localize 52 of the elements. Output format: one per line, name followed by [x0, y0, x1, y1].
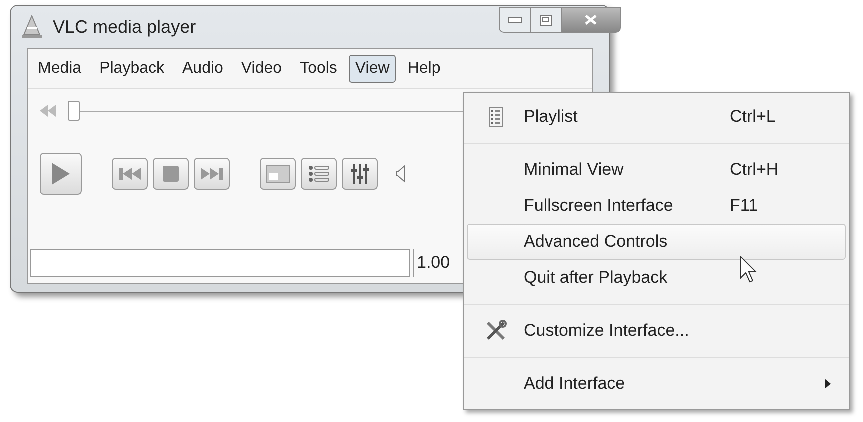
speaker-icon — [396, 165, 406, 183]
menu-item[interactable]: Advanced Controls — [467, 224, 846, 260]
menu-item[interactable]: Fullscreen Interface F11 — [467, 188, 846, 224]
menu-bar-item[interactable]: Audio — [176, 54, 230, 82]
menu-bar-item[interactable]: Video — [235, 54, 288, 82]
play-icon — [52, 163, 70, 185]
stop-button[interactable] — [153, 158, 189, 190]
window-icon — [266, 165, 290, 183]
menu-item-label: Minimal View — [524, 159, 624, 182]
skip-forward-icon — [201, 168, 223, 180]
traffic-cone-icon — [21, 15, 43, 39]
shortcut-label: Ctrl+H — [730, 159, 779, 182]
next-button[interactable] — [194, 158, 230, 190]
sliders-icon — [350, 164, 370, 184]
menu-bar-item[interactable]: Tools — [294, 54, 344, 82]
maximize-button[interactable] — [531, 7, 561, 33]
skip-back-icon — [119, 168, 141, 180]
menu-bar-item[interactable]: Playback — [94, 54, 170, 82]
mouse-pointer-icon — [740, 256, 758, 284]
menu-item-label: Advanced Controls — [524, 231, 668, 254]
submenu-arrow-icon — [825, 379, 831, 389]
previous-button[interactable] — [112, 158, 148, 190]
menu-item[interactable]: Playlist Ctrl+L — [467, 99, 846, 135]
extended-settings-button[interactable] — [342, 158, 378, 190]
tools-icon — [485, 320, 507, 342]
minimize-button[interactable] — [499, 7, 531, 33]
menu-bar-item[interactable]: Media — [32, 54, 88, 82]
menu-item[interactable]: Customize Interface... — [467, 313, 846, 349]
menu-item-label: Fullscreen Interface — [524, 195, 674, 218]
list-icon — [309, 166, 329, 182]
close-icon — [585, 15, 597, 25]
maximize-icon — [540, 14, 552, 26]
menu-item[interactable]: Minimal View Ctrl+H — [467, 152, 846, 188]
slider-thumb[interactable] — [68, 101, 80, 121]
playlist-button[interactable] — [301, 158, 337, 190]
close-button[interactable] — [561, 7, 621, 33]
menu-bar-item[interactable]: View — [349, 54, 396, 82]
menu-bar-item[interactable]: Help — [402, 54, 447, 82]
shortcut-label: F11 — [730, 195, 758, 218]
video-toggle-button[interactable] — [260, 158, 296, 190]
rewind-icon — [40, 105, 56, 117]
menu-item-label: Quit after Playback — [524, 267, 668, 290]
menu-item-label: Playlist — [524, 106, 578, 128]
list-document-icon — [489, 107, 503, 127]
play-button[interactable] — [40, 153, 82, 195]
shortcut-label: Ctrl+L — [730, 106, 776, 128]
minimize-icon — [508, 17, 522, 23]
menu-item[interactable]: Add Interface — [467, 366, 846, 402]
menu-item-label: Customize Interface... — [524, 320, 690, 342]
menu-item-label: Add Interface — [524, 373, 626, 396]
stop-icon — [163, 166, 179, 182]
window-title: VLC media player — [53, 16, 196, 39]
